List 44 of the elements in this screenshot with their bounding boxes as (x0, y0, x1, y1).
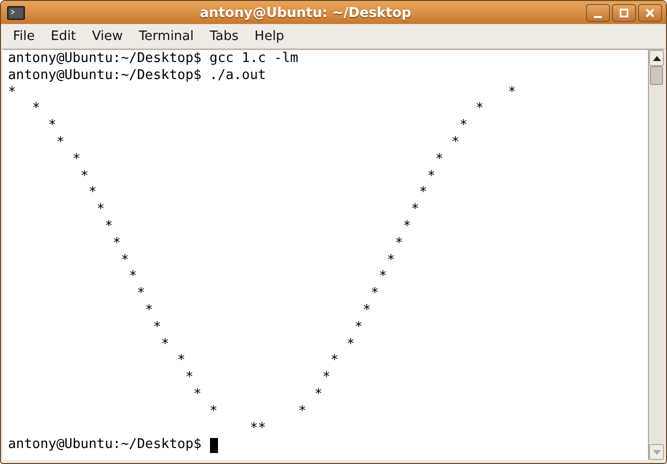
menu-item[interactable]: Help (246, 26, 292, 46)
window-title: antony@Ubuntu: ~/Desktop (198, 4, 412, 20)
menu-item[interactable]: Tabs (202, 26, 247, 46)
terminal-prompt: antony@Ubuntu:~/Desktop$ (8, 437, 202, 454)
terminal-line: * * (160, 336, 355, 354)
terminal-line: * * (96, 202, 420, 219)
minimize-icon (594, 16, 602, 18)
maximize-icon (618, 6, 630, 18)
scrollbar-thumb[interactable] (650, 66, 663, 85)
terminal-line: * * (47, 118, 468, 135)
close-button[interactable] (638, 4, 662, 22)
maximize-button[interactable] (612, 4, 636, 22)
terminal-line: * * (208, 404, 306, 421)
cursor (210, 438, 218, 454)
terminal-line: * * (104, 218, 412, 236)
terminal-line: ** (248, 420, 266, 438)
terminal-line: * * (112, 236, 404, 253)
terminal-line: * * (184, 370, 330, 387)
minimize-button[interactable] (586, 4, 610, 22)
terminal-line: * * (120, 252, 395, 270)
menu-item[interactable]: Terminal (130, 26, 202, 46)
terminal-line: * * (31, 101, 484, 118)
terminal-line: * * (80, 168, 436, 186)
terminal-line: antony@Ubuntu:~/Desktop$ ./a.out (8, 68, 266, 85)
terminal-line: * * (88, 185, 428, 202)
terminal-line: * * (128, 269, 387, 286)
up-triangle-icon (652, 56, 660, 60)
menu-item[interactable]: Edit (42, 26, 84, 46)
terminal-line: * * (144, 302, 371, 320)
terminal-line: * * (192, 386, 322, 404)
terminal-line: * * (136, 286, 379, 303)
terminal-line: antony@Ubuntu:~/Desktop$ gcc 1.c -lm (8, 51, 298, 68)
down-triangle-icon (652, 450, 660, 454)
scrollbar[interactable] (648, 50, 664, 460)
menu-item[interactable]: View (84, 26, 131, 46)
terminal-line: * * (71, 152, 444, 169)
terminal-line: * * (176, 353, 339, 370)
terminal-icon (7, 6, 25, 20)
menu-item[interactable]: File (5, 26, 43, 46)
terminal-line: * * (152, 320, 363, 337)
close-icon (644, 6, 656, 18)
terminal-line: * * (8, 84, 516, 102)
scroll-up-button[interactable] (649, 50, 664, 66)
terminal-line: * * (55, 134, 460, 152)
